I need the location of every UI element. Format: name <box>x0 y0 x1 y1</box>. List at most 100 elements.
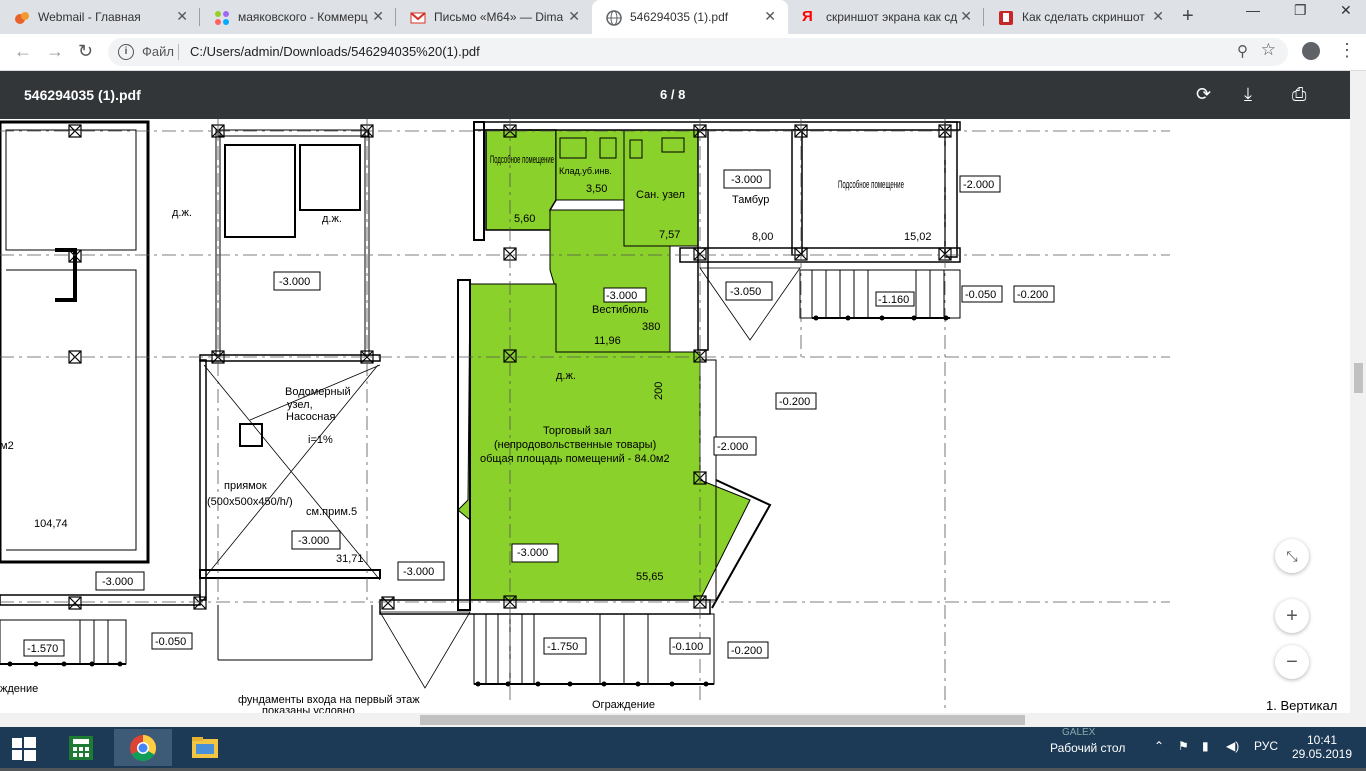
fragment-label: м2 <box>0 440 14 452</box>
room-area: 8,00 <box>752 231 773 243</box>
level-mark: -3.000 <box>731 174 762 186</box>
room-area: 7,57 <box>659 229 680 241</box>
address-bar[interactable]: i Файл C:/Users/admin/Downloads/54629403… <box>108 38 1288 66</box>
profile-avatar-icon[interactable] <box>1302 42 1320 60</box>
ograzhdenie-label: Ограждение <box>592 699 655 711</box>
tab-mail-letter[interactable]: Письмо «М64» — Dima ✕ <box>396 0 592 34</box>
level-mark: -3.000 <box>606 290 637 302</box>
vertical-scroll-thumb[interactable] <box>1354 363 1363 393</box>
priyamok-size: (500x500x450/h/) <box>207 496 293 508</box>
room-podsobnoe-1-label: Подсобное помещение <box>490 154 554 166</box>
brand-watermark: GALEX <box>1062 727 1096 738</box>
room-klad-label: Клад.уб.инв. <box>559 166 612 176</box>
zoom-out-icon[interactable]: − <box>1275 645 1309 679</box>
level-mark: -3.050 <box>730 286 761 298</box>
info-icon[interactable]: i <box>118 44 134 60</box>
room-sanuzel-label: Сан. узел <box>636 189 685 201</box>
download-icon[interactable]: ⤓ <box>1244 84 1252 105</box>
clock-date: 29.05.2019 <box>1291 747 1353 761</box>
horizontal-scroll-thumb[interactable] <box>420 715 1025 725</box>
ograzhdenie-fragment: ждение <box>0 683 38 695</box>
fundament-note: показаны условно <box>262 705 355 713</box>
pdf-page-view[interactable]: Подсобное помещение 5,60 Клад.уб.инв. 3,… <box>0 119 1350 713</box>
taskbar-chrome[interactable] <box>114 729 172 766</box>
close-window-icon[interactable]: ✕ <box>1340 2 1352 19</box>
level-mark: -1.160 <box>878 294 909 306</box>
door-label: д.ж. <box>172 207 192 219</box>
chevron-up-icon[interactable]: ⌃ <box>1154 739 1164 753</box>
level-mark: -3.000 <box>517 547 548 559</box>
tab-strip: Webmail - Главная ✕ маяковского - Коммер… <box>0 0 1366 34</box>
room-vodomer-label: узел, <box>287 399 313 411</box>
room-zal-label: (непродовольственные товары) <box>494 439 656 451</box>
close-tab-icon[interactable]: ✕ <box>1152 8 1164 25</box>
room-zal-label: общая площадь помещений - 84.0м2 <box>480 453 670 465</box>
room-area: 5,60 <box>514 213 535 225</box>
door-label: д.ж. <box>556 370 576 382</box>
close-tab-icon[interactable]: ✕ <box>764 8 776 25</box>
pdf-filename: 546294035 (1).pdf <box>24 87 141 103</box>
priyamok-label: приямок <box>224 480 267 492</box>
windows-taskbar: GALEX Рабочий стол ⌃ ⚑ ▮ ◀) РУС 10:41 29… <box>0 727 1366 768</box>
vertical-scrollbar[interactable] <box>1350 71 1366 713</box>
system-clock[interactable]: 10:41 29.05.2019 <box>1290 733 1354 761</box>
back-arrow-icon[interactable]: ← <box>14 41 32 62</box>
maximize-window-icon[interactable]: ❐ <box>1294 2 1307 19</box>
room-tambur-label: Тамбур <box>732 194 769 206</box>
tab-commercial[interactable]: маяковского - Коммерц ✕ <box>200 0 396 34</box>
windows-start-icon[interactable] <box>12 737 36 761</box>
level-mark: -0.050 <box>965 289 996 301</box>
level-mark: -0.200 <box>779 396 810 408</box>
reload-icon[interactable]: ↻ <box>78 41 93 62</box>
new-tab-plus-icon[interactable]: + <box>1182 5 1194 28</box>
page-note: 1. Вертикал <box>1266 698 1337 713</box>
clock-time: 10:41 <box>1306 733 1338 747</box>
taskbar-calculator[interactable] <box>52 729 110 766</box>
fit-page-icon[interactable]: ⤡ <box>1275 539 1309 573</box>
level-mark: -3.000 <box>403 566 434 578</box>
tab-webmail[interactable]: Webmail - Главная ✕ <box>0 0 200 34</box>
level-mark: -0.050 <box>155 636 186 648</box>
level-mark: -3.000 <box>279 276 310 288</box>
close-tab-icon[interactable]: ✕ <box>372 8 384 25</box>
horizontal-scrollbar[interactable] <box>0 713 1366 727</box>
webmail-favicon-icon <box>14 10 30 26</box>
close-tab-icon[interactable]: ✕ <box>960 8 972 25</box>
close-tab-icon[interactable]: ✕ <box>176 8 188 25</box>
level-mark: -0.200 <box>1017 289 1048 301</box>
speaker-icon[interactable]: ◀) <box>1226 739 1239 753</box>
room-vodomer-label: Водомерный <box>285 386 351 398</box>
menu-kebab-icon[interactable]: ⋮ <box>1338 40 1356 61</box>
room-podsobnoe-2-label: Подсобное помещение <box>838 179 904 191</box>
zoom-icon[interactable]: ⚲ <box>1237 42 1248 60</box>
dimension-label: 380 <box>642 321 660 333</box>
url-text[interactable]: C:/Users/admin/Downloads/546294035%20(1)… <box>190 44 480 59</box>
rotate-icon[interactable]: ⟳ <box>1196 84 1211 105</box>
bookmark-favicon-icon <box>998 10 1014 26</box>
level-mark: -0.100 <box>672 641 703 653</box>
pdf-toolbar: 546294035 (1).pdf 6 / 8 ⟳ ⤓ ⎙ <box>0 71 1366 119</box>
page-indicator: 6 / 8 <box>660 87 686 102</box>
flag-icon[interactable]: ⚑ <box>1178 739 1189 753</box>
close-tab-icon[interactable]: ✕ <box>568 8 580 25</box>
room-zal-label: Торговый зал <box>543 425 612 437</box>
tab-title: Webmail - Главная <box>38 10 141 24</box>
forward-arrow-icon[interactable]: → <box>46 41 64 62</box>
level-mark: -1.570 <box>27 643 58 655</box>
battery-icon[interactable]: ▮ <box>1202 739 1209 753</box>
room-area: 15,02 <box>904 231 932 243</box>
desktop-label[interactable]: Рабочий стол <box>1050 741 1125 755</box>
dimension-label: 200 <box>653 382 665 400</box>
tab-pdf-active[interactable]: 546294035 (1).pdf ✕ <box>592 0 788 34</box>
tab-howto[interactable]: Как сделать скриншот ✕ <box>984 0 1176 34</box>
level-mark: -2.000 <box>963 179 994 191</box>
print-icon[interactable]: ⎙ <box>1292 84 1306 105</box>
bookmark-star-icon[interactable]: ☆ <box>1261 40 1276 60</box>
taskbar-file-explorer[interactable] <box>176 729 234 766</box>
minimize-window-icon[interactable]: — <box>1246 2 1260 18</box>
scheme-label: Файл <box>142 44 174 59</box>
tab-yandex[interactable]: Я скриншот экрана как сд ✕ <box>788 0 984 34</box>
language-indicator[interactable]: РУС <box>1254 739 1278 753</box>
zoom-in-icon[interactable]: + <box>1275 599 1309 633</box>
room-area: 31,71 <box>336 553 364 565</box>
